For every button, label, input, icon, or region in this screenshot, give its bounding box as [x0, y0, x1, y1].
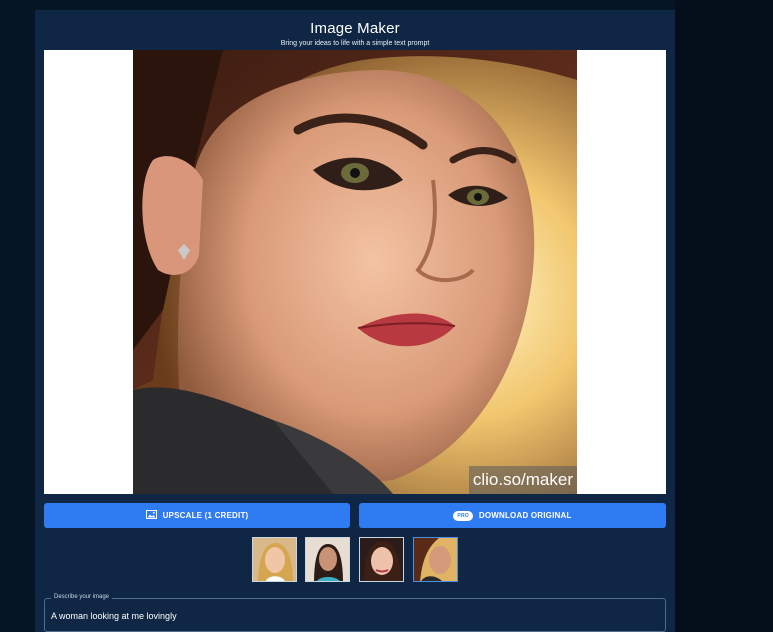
image-maker-panel: Image Maker Bring your ideas to life wit… — [35, 10, 675, 632]
download-original-button[interactable]: PRO DOWNLOAD ORIGINAL — [359, 503, 666, 528]
page-title: Image Maker — [310, 20, 400, 37]
image-icon — [145, 510, 157, 521]
page-subtitle: Bring your ideas to life with a simple t… — [280, 40, 430, 47]
page-top-band — [0, 0, 773, 10]
prompt-label: Describe your image — [51, 594, 113, 600]
generated-image[interactable]: clio.so/maker — [133, 50, 577, 494]
thumbnail-4-selected[interactable] — [413, 537, 458, 582]
thumbnail-strip — [252, 537, 458, 582]
prompt-input[interactable] — [51, 609, 651, 623]
upscale-button-label: UPSCALE (1 CREDIT) — [162, 511, 249, 520]
portrait-illustration — [133, 50, 577, 494]
watermark-text: clio.so/maker — [468, 466, 577, 494]
page-right-gutter — [675, 0, 773, 632]
thumbnail-1[interactable] — [252, 537, 297, 582]
prompt-field[interactable]: Describe your image — [44, 594, 666, 632]
thumbnail-3[interactable] — [359, 537, 404, 582]
thumbnail-2[interactable] — [305, 537, 350, 582]
upscale-button[interactable]: UPSCALE (1 CREDIT) — [44, 503, 350, 528]
pro-badge: PRO — [453, 510, 473, 521]
page-left-gutter — [0, 0, 35, 632]
generated-image-frame: clio.so/maker — [44, 50, 666, 494]
download-button-label: DOWNLOAD ORIGINAL — [478, 511, 572, 520]
